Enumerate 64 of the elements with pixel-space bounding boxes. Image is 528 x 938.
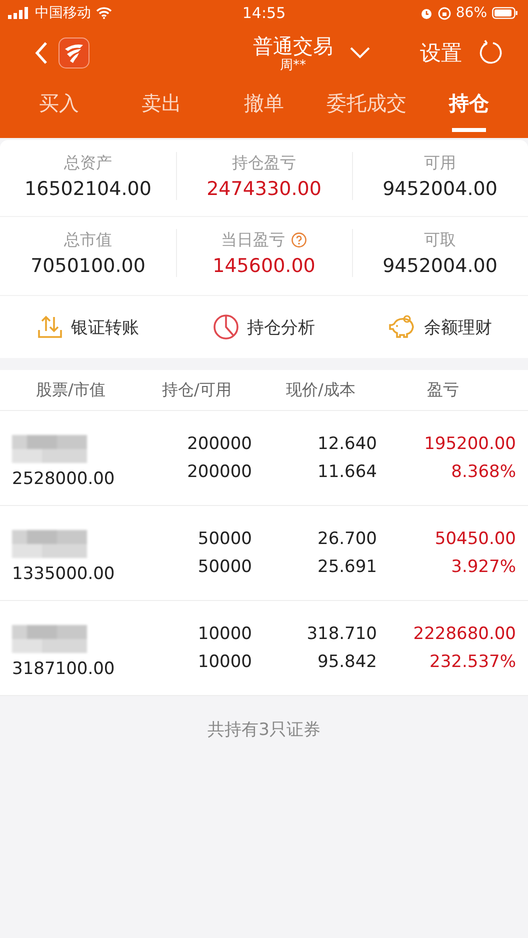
column-header: 盈亏 <box>426 380 460 400</box>
tab[interactable]: 买入 <box>8 80 110 136</box>
market-value: 1335000.00 <box>12 563 115 586</box>
cost-price: 95.842 <box>318 650 377 674</box>
holdings-count: 共持有3只证券 <box>208 718 320 740</box>
column-header: 股票/市值 <box>35 380 106 400</box>
account-name: 周** <box>280 58 306 72</box>
summary-label: 总资产 <box>64 152 112 174</box>
current-price: 318.710 <box>306 622 377 646</box>
summary-value: 9452004.00 <box>382 178 498 200</box>
column-header: 持仓/可用 <box>161 380 232 400</box>
current-price: 26.700 <box>318 528 377 550</box>
tab[interactable]: 撤单 <box>212 80 316 136</box>
available-quantity: 10000 <box>198 650 252 674</box>
current-price: 12.640 <box>318 432 377 456</box>
market-value: 3187100.00 <box>12 658 115 681</box>
summary-label: 当日盈亏 <box>221 230 285 250</box>
summary-label: 总市值 <box>64 230 112 250</box>
wifi-icon <box>96 7 112 19</box>
rotation-lock-icon <box>438 6 451 20</box>
alarm-icon <box>420 6 433 20</box>
battery-percent: 86% <box>456 5 487 21</box>
profit-percent: 232.537% <box>430 650 516 674</box>
holding-quantity: 200000 <box>187 432 252 456</box>
back-icon[interactable] <box>34 41 48 65</box>
summary-label: 可取 <box>424 230 456 250</box>
column-header: 现价/成本 <box>285 380 356 400</box>
cost-price: 11.664 <box>318 460 377 484</box>
profit-percent: 3.927% <box>451 556 516 578</box>
available-quantity: 200000 <box>187 460 252 484</box>
available-quantity: 50000 <box>198 556 252 578</box>
dropdown-icon[interactable] <box>349 46 371 60</box>
tab[interactable]: 委托成交 <box>315 80 418 136</box>
holding-quantity: 10000 <box>198 622 252 646</box>
action-button[interactable]: 银证转账 <box>0 313 176 341</box>
summary-label: 持仓盈亏 <box>232 152 296 174</box>
piggy-bank-icon <box>388 314 416 340</box>
help-icon[interactable] <box>291 232 307 248</box>
refresh-icon[interactable] <box>478 40 504 66</box>
battery-icon <box>492 7 518 19</box>
summary-label: 可用 <box>424 152 456 174</box>
profit-amount: 2228680.00 <box>413 622 516 646</box>
app-logo-icon <box>58 37 90 69</box>
summary-value: 7050100.00 <box>30 254 146 276</box>
settings-button[interactable]: 设置 <box>420 39 462 67</box>
page-title: 普通交易 <box>253 34 333 58</box>
summary-value: 9452004.00 <box>382 254 498 276</box>
cost-price: 25.691 <box>318 556 377 578</box>
pie-chart-icon <box>213 314 239 340</box>
profit-amount: 50450.00 <box>434 528 516 550</box>
signal-icon <box>8 7 30 19</box>
action-button[interactable]: 余额理财 <box>352 313 528 341</box>
profit-percent: 8.368% <box>451 460 516 484</box>
summary-value: 2474330.00 <box>206 178 322 200</box>
carrier-name: 中国移动 <box>35 4 91 22</box>
transfer-icon <box>37 314 63 340</box>
summary-value: 145600.00 <box>212 254 316 276</box>
action-button[interactable]: 持仓分析 <box>176 313 352 341</box>
market-value: 2528000.00 <box>12 468 115 491</box>
summary-value: 16502104.00 <box>24 178 152 200</box>
holding-quantity: 50000 <box>198 528 252 550</box>
status-time: 14:55 <box>242 4 286 22</box>
profit-amount: 195200.00 <box>424 432 516 456</box>
tab[interactable]: 卖出 <box>110 80 213 136</box>
